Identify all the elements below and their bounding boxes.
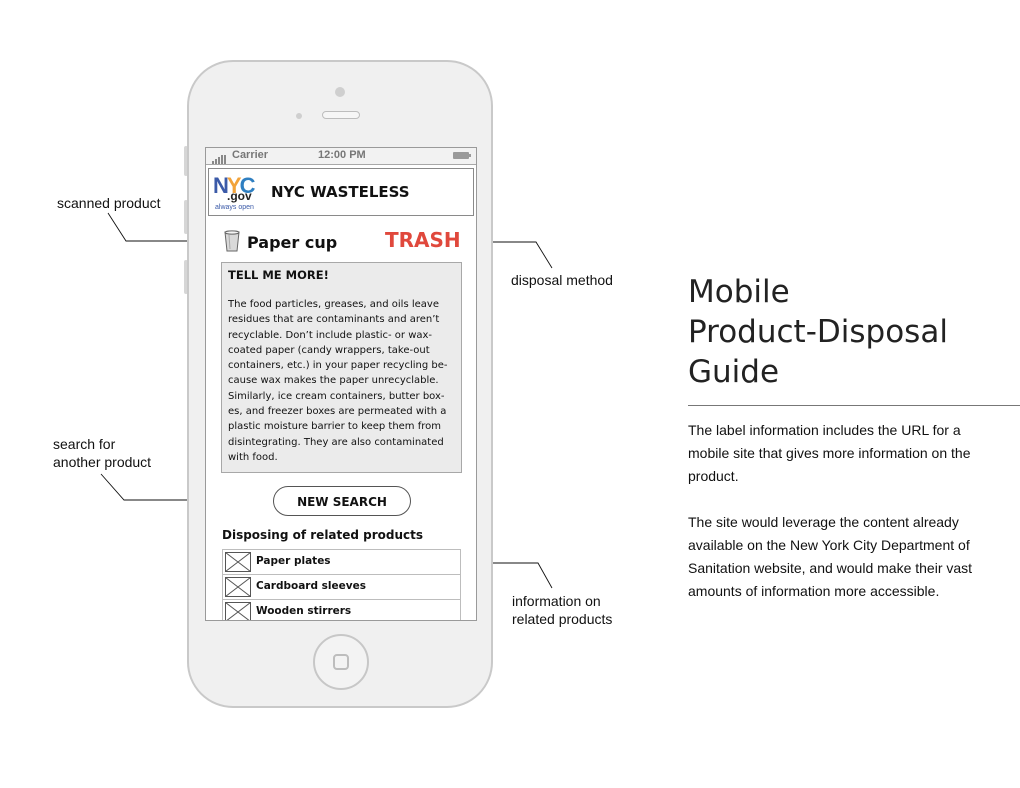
- related-item-label: Wooden stirrers: [256, 605, 352, 617]
- status-bar: Carrier 12:00 PM: [206, 148, 476, 165]
- guide-title-line: Product-Disposal: [688, 314, 948, 350]
- image-placeholder-icon: [225, 552, 251, 572]
- related-item-cardboard-sleeves[interactable]: Cardboard sleeves: [222, 574, 461, 599]
- related-item-label: Cardboard sleeves: [256, 580, 366, 592]
- battery-icon: [453, 152, 471, 159]
- annotation-disposal-method: disposal method: [511, 272, 613, 288]
- annotation-search-line2: another product: [53, 454, 152, 470]
- info-line: containers, etc.) in your paper recyclin…: [228, 360, 448, 372]
- annotation-scanned-product: scanned product: [57, 195, 161, 211]
- info-line: disintegrating. They are also contaminat…: [228, 436, 444, 448]
- info-line: The food particles, greases, and oils le…: [228, 299, 439, 310]
- info-line: cause wax makes the paper unrecyclable.: [228, 375, 439, 387]
- logo-gov-text: .gov: [227, 189, 252, 203]
- home-button[interactable]: [313, 634, 369, 690]
- info-line: recyclable. Don’t include plastic- or wa…: [228, 329, 433, 341]
- guide-title: Mobile Product-Disposal Guide: [688, 272, 948, 392]
- home-square-icon: [333, 654, 349, 670]
- logo-tagline: always open: [215, 204, 254, 211]
- image-placeholder-icon: [225, 602, 251, 620]
- carrier-label: Carrier: [232, 149, 269, 161]
- logo-letter: N: [213, 173, 229, 198]
- info-line: with food.: [228, 451, 278, 463]
- divider: [688, 405, 1020, 406]
- annotation-related-line1: information on: [512, 593, 601, 609]
- phone-speaker: [322, 111, 360, 119]
- related-item-label: Paper plates: [256, 555, 331, 567]
- annotation-related-line2: related products: [512, 611, 613, 627]
- related-item-wooden-stirrers[interactable]: Wooden stirrers: [222, 599, 461, 620]
- info-panel: TELL ME MORE! The food particles, grease…: [221, 262, 462, 473]
- disposal-method: TRASH: [385, 228, 461, 252]
- related-item-paper-plates[interactable]: Paper plates: [222, 549, 461, 574]
- guide-title-line: Mobile: [688, 274, 790, 310]
- guide-description: The label information includes the URL f…: [688, 419, 988, 626]
- phone-camera: [335, 87, 345, 97]
- guide-title-line: Guide: [688, 354, 780, 390]
- image-placeholder-icon: [225, 577, 251, 597]
- status-time: 12:00 PM: [318, 149, 366, 161]
- related-products-list: Paper plates Cardboard sleeves Wooden st…: [222, 549, 461, 620]
- info-body: The food particles, greases, and oils le…: [228, 297, 456, 465]
- info-title: TELL ME MORE!: [228, 268, 329, 282]
- cup-icon: [224, 230, 240, 252]
- app-title: NYC WASTELESS: [271, 183, 410, 201]
- product-name: Paper cup: [247, 233, 338, 252]
- nyc-gov-logo[interactable]: NYC .gov always open: [213, 173, 261, 213]
- related-products-title: Disposing of related products: [222, 528, 424, 542]
- new-search-button[interactable]: NEW SEARCH: [273, 486, 411, 516]
- description-paragraph-1: The label information includes the URL f…: [688, 422, 971, 484]
- info-line: coated paper (candy wrappers, take-out: [228, 344, 430, 356]
- info-line: residues that are contaminants and aren’…: [228, 314, 440, 326]
- description-paragraph-2: The site would leverage the content alre…: [688, 514, 973, 599]
- annotation-search-line1: search for: [53, 436, 116, 452]
- info-line: plastic moisture barrier to keep them fr…: [228, 421, 441, 433]
- signal-icon: [212, 152, 227, 164]
- app-header: NYC .gov always open NYC WASTELESS: [208, 168, 474, 216]
- info-line: Similarly, ice cream containers, butter …: [228, 390, 445, 402]
- annotation-arrows: [100, 212, 553, 589]
- phone-sensor: [296, 113, 302, 119]
- phone-screen: Carrier 12:00 PM NYC .gov always open NY…: [205, 147, 477, 621]
- info-line: es, and freezer boxes are permeated with…: [228, 406, 447, 418]
